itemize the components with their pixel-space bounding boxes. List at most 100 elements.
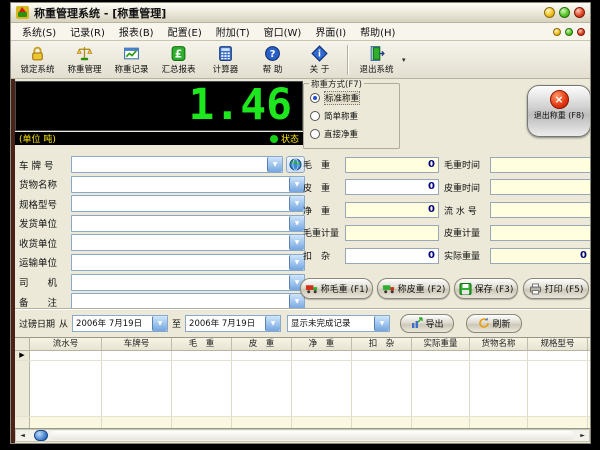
dropdown-arrow-icon[interactable]: ▼ [289, 216, 304, 231]
table-cell[interactable] [352, 417, 412, 429]
gross-weight-field[interactable]: 0 [345, 157, 439, 173]
dropdown-arrow-icon[interactable]: ▼ [267, 157, 282, 172]
table-cell[interactable] [412, 361, 470, 416]
table-cell[interactable] [232, 361, 292, 416]
goods-name-field[interactable]: ▼ [71, 176, 305, 193]
column-header[interactable]: 货物名称 [470, 338, 528, 350]
table-cell[interactable] [352, 361, 412, 416]
table-cell[interactable] [292, 351, 352, 360]
refresh-button[interactable]: 刷新 [466, 314, 522, 333]
net-weight-field[interactable]: 0 [345, 202, 439, 218]
menu-item-system[interactable]: 系统(S) [15, 22, 63, 41]
receiver-unit-field[interactable]: ▼ [71, 234, 305, 251]
table-cell[interactable] [528, 351, 588, 360]
table-cell[interactable] [470, 361, 528, 416]
child-restore-button[interactable] [565, 28, 573, 36]
exit-weighing-button[interactable]: × 退出称重 (F8) [527, 85, 590, 137]
tare-weight-field[interactable]: 0 [345, 179, 439, 195]
print-button[interactable]: 打印 (F5) [523, 278, 589, 299]
radio-direct-net[interactable]: 直接净重 [310, 128, 358, 140]
deduction-field[interactable]: 0 [345, 248, 439, 264]
gross-measure-field[interactable] [345, 225, 439, 241]
minimize-button[interactable] [544, 7, 555, 18]
dropdown-arrow-icon[interactable]: ▼ [265, 316, 280, 331]
scroll-left-arrow[interactable]: ◄ [16, 430, 29, 441]
dropdown-arrow-icon[interactable]: ▼ [289, 255, 304, 270]
table-cell[interactable] [470, 417, 528, 429]
scrollbar-thumb[interactable] [34, 430, 48, 441]
calculator-button[interactable]: 计算器 [202, 42, 249, 77]
menu-item-help[interactable]: 帮助(H) [353, 22, 402, 41]
actual-weight-field[interactable]: 0 [490, 248, 590, 264]
column-header[interactable]: 车牌号 [102, 338, 172, 350]
table-cell[interactable] [102, 351, 172, 360]
table-row[interactable] [15, 361, 590, 417]
menu-item-extra[interactable]: 附加(T) [209, 22, 257, 41]
save-button[interactable]: 保存 (F3) [454, 278, 518, 299]
table-cell[interactable] [232, 417, 292, 429]
tare-measure-field[interactable] [490, 225, 590, 241]
help-button[interactable]: ? 帮 助 [249, 42, 296, 77]
table-cell[interactable] [102, 417, 172, 429]
menu-item-window[interactable]: 窗口(W) [257, 22, 309, 41]
table-cell[interactable] [232, 351, 292, 360]
child-minimize-button[interactable] [553, 28, 561, 36]
menu-item-interface[interactable]: 界面(I) [308, 22, 353, 41]
weigh-manage-button[interactable]: 称重管理 [61, 42, 108, 77]
serial-number-field[interactable] [490, 202, 590, 218]
weigh-records-button[interactable]: 称重记录 [108, 42, 155, 77]
close-button[interactable] [574, 7, 585, 18]
column-header[interactable]: 流水号 [30, 338, 102, 350]
about-button[interactable]: i 关 于 [296, 42, 343, 77]
column-header[interactable]: 扣 杂 [352, 338, 412, 350]
tare-time-field[interactable] [490, 179, 590, 195]
table-cell[interactable] [292, 417, 352, 429]
driver-field[interactable]: ▼ [71, 274, 305, 291]
column-header[interactable]: 毛 重 [172, 338, 232, 350]
toolbar-overflow-chevron[interactable]: ▾ [402, 56, 406, 64]
horizontal-scrollbar[interactable]: ◄ ► [15, 429, 590, 442]
column-header[interactable]: 规格型号 [528, 338, 588, 350]
table-cell[interactable] [292, 361, 352, 416]
weigh-tare-button[interactable]: 称皮重 (F2) [377, 278, 450, 299]
export-button[interactable]: 导出 [400, 314, 454, 333]
dropdown-arrow-icon[interactable]: ▼ [289, 235, 304, 250]
table-cell[interactable] [352, 351, 412, 360]
table-cell[interactable] [528, 417, 588, 429]
sender-unit-field[interactable]: ▼ [71, 215, 305, 232]
column-header[interactable]: 皮 重 [232, 338, 292, 350]
weigh-gross-button[interactable]: 称毛重 (F1) [300, 278, 373, 299]
column-header[interactable]: 实际重量 [412, 338, 470, 350]
table-cell[interactable] [412, 417, 470, 429]
column-header[interactable]: 净 重 [292, 338, 352, 350]
radio-standard-weigh[interactable]: 标准称重 [310, 92, 360, 104]
summary-report-button[interactable]: £ 汇总报表 [155, 42, 202, 77]
plate-number-field[interactable]: ▼ [71, 156, 283, 173]
child-close-button[interactable] [577, 28, 585, 36]
dropdown-arrow-icon[interactable]: ▼ [152, 316, 167, 331]
table-row[interactable] [15, 417, 590, 429]
table-cell[interactable] [172, 351, 232, 360]
lock-system-button[interactable]: 锁定系统 [14, 42, 61, 77]
table-cell[interactable] [412, 351, 470, 360]
gross-time-field[interactable] [490, 157, 590, 173]
scrollbar-track[interactable] [50, 431, 574, 440]
radio-simple-weigh[interactable]: 简单称重 [310, 110, 358, 122]
table-cell[interactable] [30, 361, 102, 416]
maximize-button[interactable] [559, 7, 570, 18]
menu-item-config[interactable]: 配置(E) [161, 22, 209, 41]
date-to-picker[interactable]: 2006年 7月19日 ▼ [185, 315, 281, 332]
table-row[interactable]: ▶ [15, 351, 590, 361]
table-cell[interactable] [102, 361, 172, 416]
dropdown-arrow-icon[interactable]: ▼ [289, 196, 304, 211]
table-cell[interactable] [528, 361, 588, 416]
dropdown-arrow-icon[interactable]: ▼ [289, 177, 304, 192]
remarks-field[interactable]: ▼ [71, 293, 305, 310]
exit-system-button[interactable]: 退出系统 [353, 42, 400, 77]
scroll-right-arrow[interactable]: ► [576, 430, 589, 441]
record-filter-select[interactable]: 显示未完成记录 ▼ [287, 315, 390, 332]
table-cell[interactable] [30, 417, 102, 429]
transport-unit-field[interactable]: ▼ [71, 254, 305, 271]
table-cell[interactable] [30, 351, 102, 360]
date-from-picker[interactable]: 2006年 7月19日 ▼ [72, 315, 168, 332]
